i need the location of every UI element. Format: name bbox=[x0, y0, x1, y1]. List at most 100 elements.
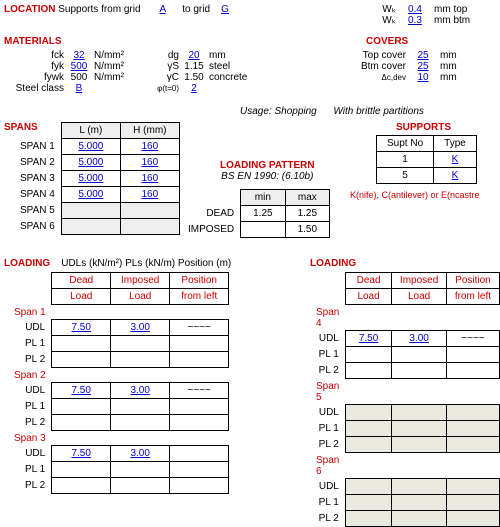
btm-cover-val[interactable]: 25 bbox=[417, 61, 428, 72]
grid-from[interactable]: A bbox=[159, 4, 165, 15]
dead-val[interactable]: 7.50 bbox=[71, 448, 90, 459]
supt-2-n: 5 bbox=[402, 170, 408, 181]
span-label: Span 1 bbox=[8, 305, 52, 320]
pattern-imp-label: IMPOSED bbox=[188, 224, 234, 235]
fywk-label: fywk bbox=[44, 72, 64, 83]
supports-heading: SUPPORTS bbox=[396, 122, 451, 133]
udl-label: UDL bbox=[310, 479, 345, 495]
spans-col-l: L (m) bbox=[79, 125, 102, 136]
pl1-label: PL 1 bbox=[310, 495, 345, 511]
covers-heading: COVERS bbox=[366, 36, 408, 47]
loading-heading-left: LOADING bbox=[4, 258, 50, 269]
dead-val[interactable]: 7.50 bbox=[71, 385, 90, 396]
imp-val[interactable]: 3.00 bbox=[409, 333, 428, 344]
dg-unit: mm bbox=[209, 50, 226, 61]
steel-label: Steel class bbox=[16, 83, 64, 94]
dg-val[interactable]: 20 bbox=[188, 50, 199, 61]
supt-2-t[interactable]: K bbox=[452, 170, 459, 181]
imp-val[interactable]: 3.00 bbox=[130, 385, 149, 396]
pl1-label: PL 1 bbox=[310, 421, 345, 437]
fck-label: fck bbox=[51, 50, 64, 61]
gs-val: 1.15 bbox=[184, 61, 203, 72]
top-cover-val[interactable]: 25 bbox=[417, 50, 428, 61]
pattern-table: min max DEAD 1.25 1.25 IMPOSED 1.50 bbox=[176, 189, 330, 238]
usage-label: Usage: Shopping bbox=[240, 106, 317, 117]
btm-cover-unit: mm bbox=[440, 61, 457, 72]
span-row-5: SPAN 5 bbox=[14, 203, 179, 219]
fywk-unit: N/mm² bbox=[94, 72, 124, 83]
span-row-4: SPAN 45.000160 bbox=[14, 187, 179, 203]
fyk-val[interactable]: 500 bbox=[71, 61, 88, 72]
pl2-label: PL 2 bbox=[310, 511, 345, 527]
pattern-dead-label: DEAD bbox=[206, 208, 234, 219]
pattern-min: min bbox=[255, 192, 271, 203]
pattern-heading: LOADING PATTERN bbox=[220, 160, 315, 171]
top-cover-unit: mm bbox=[440, 50, 457, 61]
usage-partitions: With brittle partitions bbox=[333, 106, 424, 117]
loading-heading-right: LOADING bbox=[310, 258, 356, 269]
wk-btm-unit: mm btm bbox=[434, 15, 470, 26]
fck-val[interactable]: 32 bbox=[73, 50, 84, 61]
supt-col2: Type bbox=[444, 138, 466, 149]
pl1-label: PL 1 bbox=[8, 399, 52, 415]
span-label: Span 5 bbox=[310, 379, 345, 405]
span-label: Span 4 bbox=[310, 305, 345, 331]
span-row-2: SPAN 25.000160 bbox=[14, 155, 179, 171]
dg-label: dg bbox=[168, 50, 179, 61]
to-grid-label: to grid bbox=[182, 4, 210, 15]
covers-table: Top cover 25 mm Btm cover 25 mm Δc,dev 1… bbox=[348, 50, 457, 83]
dead-val[interactable]: 7.50 bbox=[359, 333, 378, 344]
span-label: Span 3 bbox=[8, 431, 52, 446]
supt-1-t[interactable]: K bbox=[452, 154, 459, 165]
imp-val[interactable]: 3.00 bbox=[130, 448, 149, 459]
gc-label: γC bbox=[167, 72, 179, 83]
pl1-label: PL 1 bbox=[310, 347, 345, 363]
grid-to[interactable]: G bbox=[221, 4, 229, 15]
pl1-label: PL 1 bbox=[8, 336, 52, 352]
span-row-1: SPAN 15.000160 bbox=[14, 139, 179, 155]
dead-val[interactable]: 7.50 bbox=[71, 322, 90, 333]
span-row-3: SPAN 35.000160 bbox=[14, 171, 179, 187]
dcdev-val[interactable]: 10 bbox=[417, 72, 428, 83]
udl-label: UDL bbox=[8, 320, 52, 336]
gs-label: γS bbox=[167, 61, 179, 72]
pattern-dead-max: 1.25 bbox=[298, 208, 317, 219]
supports-table: Supt No Type 1 K 5 K bbox=[376, 135, 477, 184]
wk-btm-val[interactable]: 0.3 bbox=[408, 15, 422, 26]
wk-table: Wₖ 0.4 mm top Wₖ 0.3 mm btm bbox=[366, 4, 470, 26]
gc-val: 1.50 bbox=[184, 72, 203, 83]
phi-val[interactable]: 2 bbox=[191, 83, 197, 94]
imp-val[interactable]: 3.00 bbox=[130, 322, 149, 333]
span-row-6: SPAN 6 bbox=[14, 219, 179, 235]
wk-top-val[interactable]: 0.4 bbox=[408, 4, 422, 15]
udl-label: UDL bbox=[310, 331, 345, 347]
location-text: Supports from grid bbox=[58, 4, 140, 15]
pl2-label: PL 2 bbox=[310, 363, 345, 379]
gc-unit: concrete bbox=[209, 72, 247, 83]
loading-sub: UDLs (kN/m²) PLs (kN/m) Position (m) bbox=[61, 258, 231, 269]
pattern-max: max bbox=[298, 192, 317, 203]
wk-top-sym: Wₖ bbox=[382, 4, 396, 15]
materials-heading: MATERIALS bbox=[4, 36, 62, 47]
fck-unit: N/mm² bbox=[94, 50, 124, 61]
loading-left-container: DeadImposedPositionLoadLoadfrom leftSpan… bbox=[8, 272, 229, 494]
wk-top-unit: mm top bbox=[434, 4, 467, 15]
span-label: Span 2 bbox=[8, 368, 52, 383]
phi-label: φ(t=0) bbox=[157, 84, 179, 93]
btm-cover-label: Btm cover bbox=[361, 61, 406, 72]
steel-val[interactable]: B bbox=[76, 83, 83, 94]
loading-right-container: DeadImposedPositionLoadLoadfrom leftSpan… bbox=[310, 272, 500, 527]
supt-col1: Supt No bbox=[387, 138, 423, 149]
udl-label: UDL bbox=[310, 405, 345, 421]
pl2-label: PL 2 bbox=[8, 478, 52, 494]
pl1-label: PL 1 bbox=[8, 462, 52, 478]
fywk-val: 500 bbox=[71, 72, 88, 83]
dcdev-label: Δc,dev bbox=[382, 73, 406, 82]
pattern-dead-min: 1.25 bbox=[253, 208, 272, 219]
spans-table: L (m) H (mm) SPAN 15.000160 SPAN 25.0001… bbox=[14, 122, 180, 235]
top-cover-label: Top cover bbox=[363, 50, 406, 61]
udl-label: UDL bbox=[8, 383, 52, 399]
pattern-imp-max: 1.50 bbox=[298, 224, 317, 235]
supt-1-n: 1 bbox=[402, 154, 408, 165]
span-label: Span 6 bbox=[310, 453, 345, 479]
